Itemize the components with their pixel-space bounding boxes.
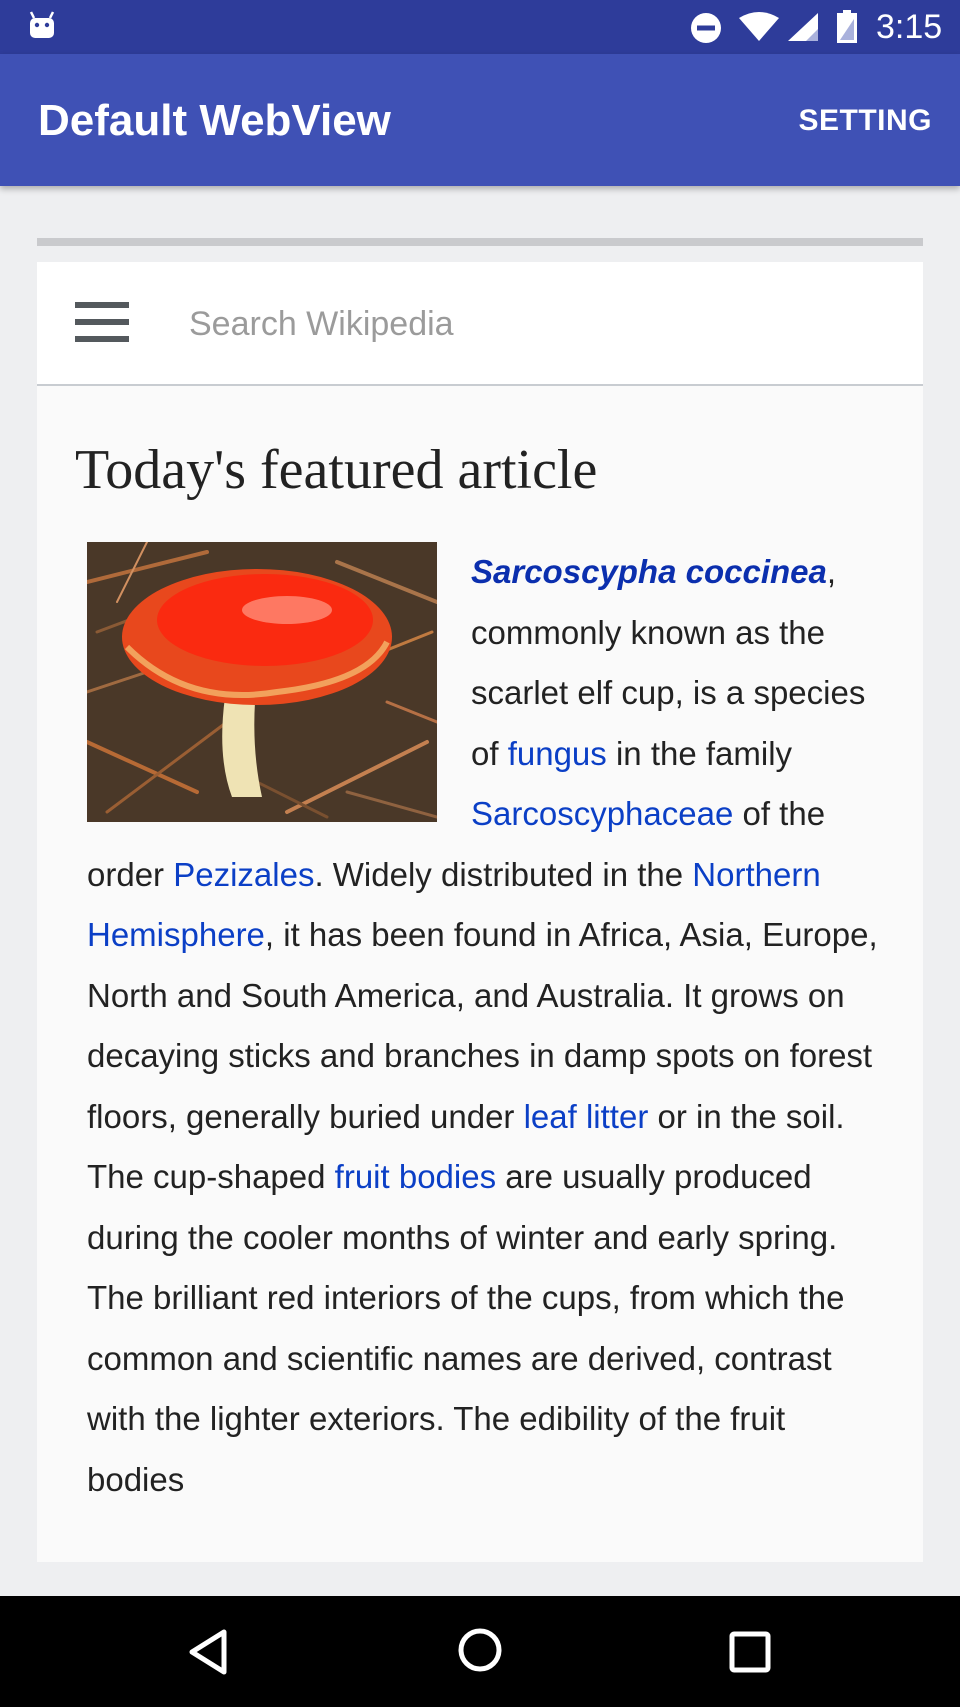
link-pezizales[interactable]: Pezizales — [173, 856, 314, 893]
featured-article-heading: Today's featured article — [75, 439, 598, 501]
android-icon — [28, 10, 56, 45]
back-icon[interactable] — [186, 1628, 230, 1681]
battery-icon — [836, 10, 858, 49]
featured-article-text: Sarcoscypha coccinea, commonly known as … — [87, 542, 887, 1510]
clock: 3:15 — [876, 8, 943, 46]
app-bar: Default WebView SETTING — [0, 54, 960, 186]
article-text: . Widely distributed in the — [314, 855, 693, 893]
home-icon[interactable] — [456, 1626, 504, 1679]
article-image[interactable] — [87, 542, 437, 822]
link-sarcoscyphaceae[interactable]: Sarcoscyphaceae — [471, 795, 733, 832]
navigation-bar — [0, 1596, 960, 1707]
setting-button[interactable]: SETTING — [798, 104, 932, 138]
link-fruit-bodies[interactable]: fruit bodies — [335, 1158, 496, 1195]
search-input[interactable] — [187, 296, 871, 352]
progress-bar — [37, 238, 923, 246]
wiki-header — [37, 262, 923, 386]
signal-icon — [786, 12, 820, 47]
link-sarcoscypha-coccinea[interactable]: Sarcoscypha coccinea — [471, 553, 827, 590]
wikipedia-page: Today's featured article — [37, 262, 923, 1562]
article-text: in the family — [606, 734, 793, 772]
webview[interactable]: Today's featured article — [0, 186, 960, 1596]
link-fungus[interactable]: fungus — [508, 735, 607, 772]
recents-icon[interactable] — [728, 1630, 772, 1679]
status-bar: 3:15 — [0, 0, 960, 54]
hamburger-menu-icon[interactable] — [75, 302, 129, 347]
do-not-disturb-icon — [690, 12, 722, 49]
wifi-icon — [738, 12, 780, 47]
app-title: Default WebView — [38, 96, 391, 145]
article-text: are usually produced during the cooler m… — [87, 1158, 845, 1498]
link-leaf-litter[interactable]: leaf litter — [524, 1098, 649, 1135]
